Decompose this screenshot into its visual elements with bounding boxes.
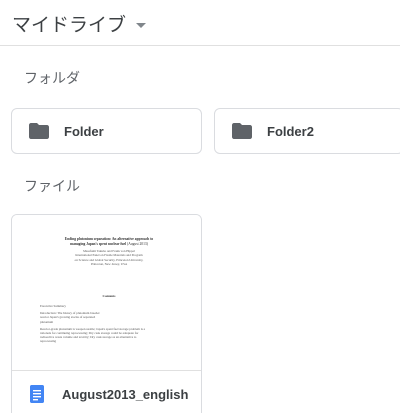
folder-icon (29, 123, 49, 139)
document-preview: Ending plutonium separation: An alternat… (34, 237, 184, 387)
google-docs-icon (30, 385, 44, 403)
my-drive-menu-button[interactable]: マイドライブ (12, 10, 147, 37)
folder-icon (232, 123, 252, 139)
drive-page: マイドライブ フォルダ Folder Folder2 ファイル Ending p… (0, 0, 400, 413)
preview-title-line: Ending plutonium separation: An alternat… (64, 237, 154, 241)
file-footer: August2013_english (12, 371, 201, 413)
preview-title: Ending plutonium separation: An alternat… (34, 237, 184, 246)
file-name: August2013_english (62, 387, 189, 402)
files-section-label: ファイル (24, 178, 80, 194)
preview-title-line: managing Japan's spent nuclear fuel (70, 241, 127, 246)
folders-section-label: フォルダ (24, 70, 80, 86)
file-thumbnail: Ending plutonium separation: An alternat… (12, 215, 201, 371)
folder-name: Folder2 (267, 124, 314, 139)
header-bar: マイドライブ (0, 0, 400, 46)
preview-toc: Executive Summary Introduction: The hist… (34, 304, 184, 344)
folder-card[interactable]: Folder2 (214, 108, 400, 154)
file-card[interactable]: Ending plutonium separation: An alternat… (11, 214, 202, 413)
page-title: マイドライブ (12, 15, 127, 36)
preview-title-suffix: (August 2013) (127, 241, 148, 246)
preview-contents-heading: Contents (102, 294, 116, 298)
caret-down-icon (136, 22, 147, 28)
toc-line: reprocessing (40, 339, 57, 344)
folder-name: Folder (64, 124, 104, 139)
preview-affiliation: Princeton, New Jersey, USA (90, 261, 128, 266)
folder-card[interactable]: Folder (11, 108, 202, 154)
